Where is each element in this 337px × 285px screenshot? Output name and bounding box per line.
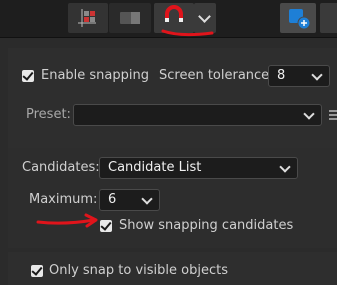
snapping-visibility-section: Only snap to visible objects: [8, 252, 337, 285]
grid-snap-button[interactable]: [68, 3, 108, 33]
maximum-select[interactable]: 6: [99, 189, 160, 211]
only-visible-objects-label: Only snap to visible objects: [49, 263, 228, 278]
show-snapping-candidates-checkbox[interactable]: [100, 220, 112, 232]
candidates-label: Candidates:: [22, 160, 100, 175]
chevron-down-icon: [303, 108, 315, 120]
maximum-label: Maximum:: [29, 192, 98, 207]
toolbar-overflow-button[interactable]: [320, 3, 337, 33]
add-layer-icon: [289, 9, 311, 30]
enable-snapping-label: Enable snapping: [41, 68, 149, 83]
toggle-icon: [120, 12, 140, 24]
chevron-down-icon: [198, 10, 211, 23]
preset-label: Preset:: [26, 107, 71, 122]
chevron-down-icon: [279, 161, 291, 173]
chevron-down-icon: [141, 193, 153, 205]
snapping-toolbar: [0, 0, 337, 38]
maximum-value: 6: [108, 192, 117, 207]
snapping-panel: Enable snapping Screen tolerance: 8 Pres…: [0, 38, 337, 285]
screen-tolerance-select[interactable]: 8: [268, 65, 330, 87]
screen-tolerance-label: Screen tolerance:: [159, 68, 274, 83]
snapping-candidates-section: Candidates: Candidate List Maximum: 6 Sh…: [8, 148, 337, 248]
preset-menu-icon[interactable]: [329, 110, 337, 122]
candidates-select[interactable]: Candidate List: [99, 157, 298, 179]
chevron-down-icon: [311, 69, 323, 81]
grid-icon: [78, 9, 96, 27]
only-visible-objects-checkbox[interactable]: [31, 265, 43, 277]
show-snapping-candidates-label: Show snapping candidates: [119, 218, 294, 233]
add-layer-button[interactable]: [280, 3, 316, 33]
screen-tolerance-value: 8: [277, 68, 286, 83]
candidates-value: Candidate List: [108, 160, 202, 175]
snapping-general-section: Enable snapping Screen tolerance: 8 Pres…: [8, 48, 337, 148]
preset-select[interactable]: [73, 104, 322, 126]
snap-mode-toggle-button[interactable]: [109, 3, 151, 33]
enable-snapping-checkbox[interactable]: [22, 70, 34, 82]
annotation-arrow: [36, 213, 98, 228]
